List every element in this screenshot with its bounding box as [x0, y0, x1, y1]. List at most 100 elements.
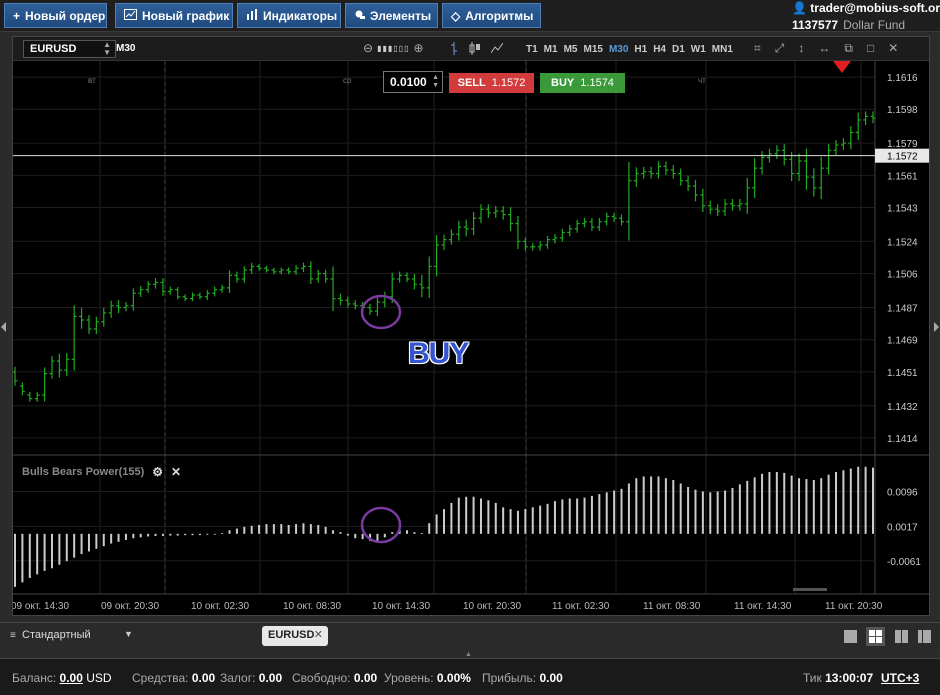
profit-stat: Прибыль: 0.00	[482, 671, 563, 685]
algorithms-button[interactable]: ◇ Алгоритмы	[442, 3, 541, 28]
plus-icon: +	[13, 8, 21, 23]
horizontal-split-icon[interactable]	[917, 629, 932, 644]
price-chart[interactable]: 1.1616 1.1598 1.1579 1.1561 1.1543 1.1524 1.15…	[13, 61, 929, 616]
account-info[interactable]: 👤 trader@mobius-soft.org 1137577 Dollar F…	[792, 1, 940, 32]
status-bar: Баланс: 0.00 USD Средства: 0.00 Залог: 0…	[0, 658, 940, 695]
line-chart-type-icon[interactable]	[490, 42, 504, 58]
indicator-tick-label: -0.0061	[887, 557, 921, 568]
buy-price: 1.1574	[580, 77, 614, 89]
elements-button[interactable]: Элементы	[345, 3, 438, 28]
vertical-arrows-icon[interactable]: ↕	[798, 41, 804, 56]
layout-selector[interactable]: Стандартный	[22, 629, 91, 641]
volume-input[interactable]: 0.0100 ▲ ▼	[383, 71, 443, 93]
time-tick-label: 11 окт. 02:30	[552, 601, 610, 612]
time-tick-label: 10 окт. 20:30	[463, 601, 521, 612]
current-timeframe: M30	[116, 43, 136, 54]
price-tick-label: 1.1451	[887, 368, 918, 379]
price-tick-label: 1.1579	[887, 139, 918, 150]
volume-value: 0.0100	[390, 75, 427, 89]
zoom-out-icon[interactable]: ⊖	[363, 41, 373, 55]
timeframe-m1[interactable]: M1	[544, 44, 558, 55]
chart-scrollbar	[793, 588, 827, 591]
timeframe-h1[interactable]: H1	[634, 44, 647, 55]
window-tools: ⌗ ⤢ ↕ ↔ ⧉ □ ✕	[754, 41, 898, 56]
timeframe-d1[interactable]: D1	[672, 44, 685, 55]
timeframe-t1[interactable]: T1	[526, 44, 538, 55]
day-label: вт	[88, 76, 96, 85]
timeframe-m15[interactable]: M15	[583, 44, 602, 55]
timeframe-mn1[interactable]: MN1	[712, 44, 733, 55]
algorithms-label: Алгоритмы	[465, 8, 534, 23]
new-chart-button[interactable]: Новый график	[115, 3, 233, 28]
candle-chart-type-icon[interactable]	[469, 42, 481, 58]
fibo-tool-icon[interactable]: ⌗	[754, 41, 761, 56]
horizontal-line-icon[interactable]: ↔	[818, 41, 830, 56]
workspace-bar: ≡ Стандартный ▼ EURUSD ✕	[0, 622, 940, 650]
vertical-split-icon[interactable]	[894, 629, 909, 644]
scroll-end-marker	[833, 61, 851, 73]
chart-window: EURUSD ▲ ▼ M30 ⊖ ▮▮▮▯▯▯ ⊕ T1 M1 M5 M15 M30 H1 H…	[12, 36, 930, 616]
close-icon[interactable]: ✕	[171, 465, 181, 479]
indicators-label: Индикаторы	[263, 8, 338, 23]
new-order-label: Новый ордер	[25, 8, 106, 23]
tick-time: Тик 13:00:07	[803, 671, 874, 685]
funds-stat: Средства: 0.00	[132, 671, 216, 685]
timezone-selector[interactable]: UTC+3	[881, 671, 919, 685]
margin-stat: Залог: 0.00	[220, 671, 283, 685]
time-tick-label: 09 окт. 14:30	[13, 601, 69, 612]
trendline-tool-icon[interactable]: ⤢	[775, 41, 785, 56]
price-tick-label: 1.1524	[887, 237, 918, 248]
account-fund-name: Dollar Fund	[843, 18, 906, 32]
sell-button[interactable]: SELL 1.1572	[449, 73, 534, 93]
chart-tab[interactable]: EURUSD ✕	[262, 626, 328, 646]
tab-close-icon[interactable]: ✕	[314, 628, 323, 641]
indicators-icon	[246, 8, 258, 23]
price-tick-label: 1.1414	[887, 434, 918, 445]
buy-label: BUY	[551, 77, 575, 89]
diamond-icon: ◇	[451, 8, 461, 23]
menu-icon[interactable]: ≡	[10, 630, 16, 641]
time-tick-label: 09 окт. 20:30	[101, 601, 159, 612]
price-tick-label: 1.1469	[887, 336, 918, 347]
time-tick-label: 10 окт. 14:30	[372, 601, 430, 612]
timeframe-w1[interactable]: W1	[691, 44, 706, 55]
day-label: ср	[343, 76, 352, 85]
panel-resize-handle[interactable]: ▲	[465, 651, 475, 658]
indicators-button[interactable]: Индикаторы	[237, 3, 341, 28]
gear-icon[interactable]: ⚙	[152, 465, 163, 479]
new-order-button[interactable]: + Новый ордер	[4, 3, 107, 28]
user-icon: 👤	[792, 1, 807, 15]
chart-header: EURUSD ▲ ▼ M30 ⊖ ▮▮▮▯▯▯ ⊕ T1 M1 M5 M15 M30 H1 H…	[13, 37, 929, 61]
time-tick-label: 11 окт. 20:30	[825, 601, 883, 612]
zoom-in-icon[interactable]: ⊕	[413, 41, 423, 55]
chevron-down-icon[interactable]: ▼	[124, 629, 133, 639]
timeframe-h4[interactable]: H4	[653, 44, 666, 55]
symbol-selector[interactable]: EURUSD ▲ ▼	[23, 40, 116, 58]
left-panel-handle[interactable]	[1, 322, 6, 332]
chart-icon	[124, 8, 137, 23]
grid-view-icon[interactable]	[866, 627, 885, 646]
maximize-window-icon[interactable]: □	[867, 41, 874, 56]
volume-spinner-icon: ▲ ▼	[432, 74, 439, 89]
sell-price: 1.1572	[491, 77, 526, 89]
buy-button[interactable]: BUY 1.1574	[540, 73, 625, 93]
single-view-icon[interactable]	[843, 629, 858, 644]
elements-icon	[354, 9, 365, 23]
timeframe-m30[interactable]: M30	[609, 44, 628, 55]
bar-chart-type-icon[interactable]	[449, 42, 459, 58]
price-tick-label: 1.1432	[887, 402, 918, 413]
account-number: 1137577	[792, 18, 839, 32]
indicator-header: Bulls Bears Power(155) ⚙ ✕	[22, 465, 181, 479]
level-stat: Уровень: 0.00%	[384, 671, 471, 685]
time-tick-label: 10 окт. 08:30	[283, 601, 341, 612]
detach-window-icon[interactable]: ⧉	[844, 41, 853, 56]
zoom-level-indicator[interactable]: ▮▮▮▯▯▯	[377, 44, 409, 53]
timeframe-m5[interactable]: M5	[564, 44, 578, 55]
account-email: trader@mobius-soft.org	[810, 1, 940, 15]
sell-label: SELL	[457, 77, 486, 89]
account-fund: 1137577 Dollar Fund	[792, 18, 936, 32]
balance-stat: Баланс: 0.00 USD	[12, 671, 112, 685]
right-panel-handle[interactable]	[934, 322, 939, 332]
symbol-value: EURUSD	[30, 43, 77, 55]
close-window-icon[interactable]: ✕	[888, 41, 898, 56]
